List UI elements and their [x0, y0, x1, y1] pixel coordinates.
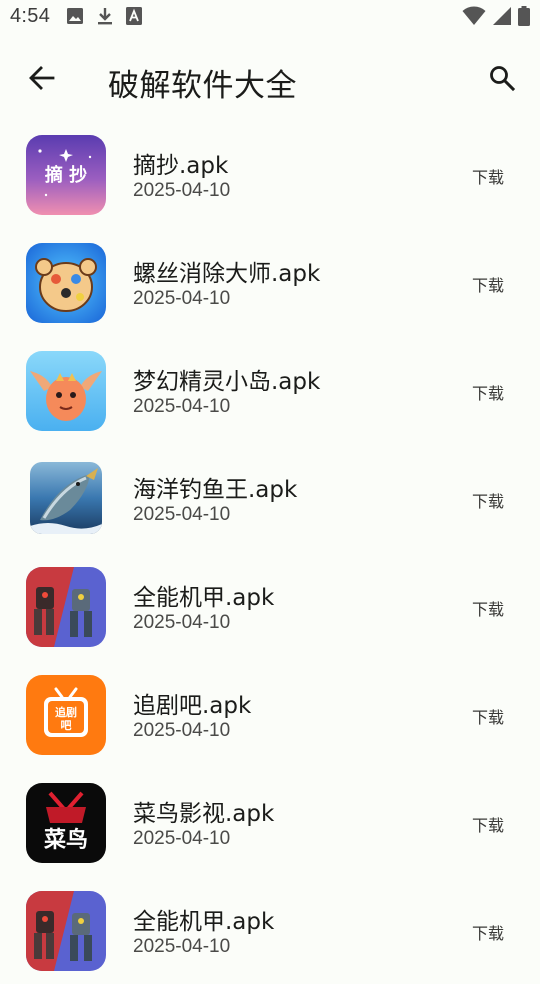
icon-text: 吧: [61, 719, 72, 732]
list-item[interactable]: 螺丝消除大师.apk 2025-04-10 下载: [0, 228, 540, 336]
fishing-king-app-icon: [30, 462, 102, 534]
list-item[interactable]: 全能机甲.apk 2025-04-10 下载: [0, 552, 540, 660]
battery-icon: [518, 6, 530, 31]
status-time: 4:54: [10, 5, 51, 27]
app-date: 2025-04-10: [133, 180, 231, 201]
image-icon: [66, 7, 84, 30]
page-title: 破解软件大全: [108, 68, 297, 104]
zhaichao-app-icon: 摘 抄: [26, 135, 106, 215]
fantasy-island-app-icon: [26, 351, 106, 431]
app-name: 全能机甲.apk: [133, 585, 275, 611]
icon-text: 追剧: [55, 705, 77, 719]
app-name: 海洋钓鱼王.apk: [133, 477, 298, 503]
app-date: 2025-04-10: [133, 936, 231, 957]
icon-text: 摘 抄: [45, 164, 87, 186]
download-button[interactable]: 下载: [472, 596, 504, 620]
apk-list: 摘 抄 摘抄.apk 2025-04-10 下载 螺丝消除大师.apk 2025…: [0, 120, 540, 984]
download-button[interactable]: 下载: [472, 812, 504, 836]
list-item[interactable]: 梦幻精灵小岛.apk 2025-04-10 下载: [0, 336, 540, 444]
zhuiju-app-icon: 追剧 吧: [26, 675, 106, 755]
download-button[interactable]: 下载: [472, 704, 504, 728]
download-icon: [96, 6, 114, 31]
mecha-app-icon: [26, 567, 106, 647]
app-name: 摘抄.apk: [133, 153, 229, 179]
mecha-app-icon: [26, 891, 106, 971]
cainiao-video-app-icon: 菜鸟: [26, 783, 106, 863]
app-date: 2025-04-10: [133, 396, 231, 417]
icon-text: 菜鸟: [43, 827, 88, 853]
arrow-back-icon: [28, 64, 56, 96]
app-name: 全能机甲.apk: [133, 909, 275, 935]
app-name: 梦幻精灵小岛.apk: [133, 369, 321, 395]
signal-icon: [492, 6, 512, 31]
list-item[interactable]: 菜鸟 菜鸟影视.apk 2025-04-10 下载: [0, 768, 540, 876]
font-icon: [126, 7, 142, 30]
wifi-icon: [462, 6, 486, 31]
screw-master-app-icon: [26, 243, 106, 323]
app-name: 追剧吧.apk: [133, 693, 252, 719]
search-button[interactable]: [478, 56, 526, 104]
app-date: 2025-04-10: [133, 504, 231, 525]
search-icon: [488, 64, 516, 96]
list-item[interactable]: 海洋钓鱼王.apk 2025-04-10 下载: [0, 444, 540, 552]
download-button[interactable]: 下载: [472, 380, 504, 404]
app-name: 菜鸟影视.apk: [133, 801, 275, 827]
download-button[interactable]: 下载: [472, 488, 504, 512]
list-item[interactable]: 全能机甲.apk 2025-04-10 下载: [0, 876, 540, 984]
list-item[interactable]: 摘 抄 摘抄.apk 2025-04-10 下载: [0, 120, 540, 228]
notification-icons: [66, 6, 142, 31]
app-date: 2025-04-10: [133, 288, 231, 309]
download-button[interactable]: 下载: [472, 920, 504, 944]
system-icons: [462, 6, 530, 31]
list-item[interactable]: 追剧 吧 追剧吧.apk 2025-04-10 下载: [0, 660, 540, 768]
download-button[interactable]: 下载: [472, 164, 504, 188]
app-date: 2025-04-10: [133, 828, 231, 849]
app-name: 螺丝消除大师.apk: [133, 261, 321, 287]
app-date: 2025-04-10: [133, 720, 231, 741]
app-bar: 破解软件大全: [0, 36, 540, 124]
back-button[interactable]: [18, 56, 66, 104]
status-bar: 4:54: [0, 0, 540, 36]
app-date: 2025-04-10: [133, 612, 231, 633]
download-button[interactable]: 下载: [472, 272, 504, 296]
